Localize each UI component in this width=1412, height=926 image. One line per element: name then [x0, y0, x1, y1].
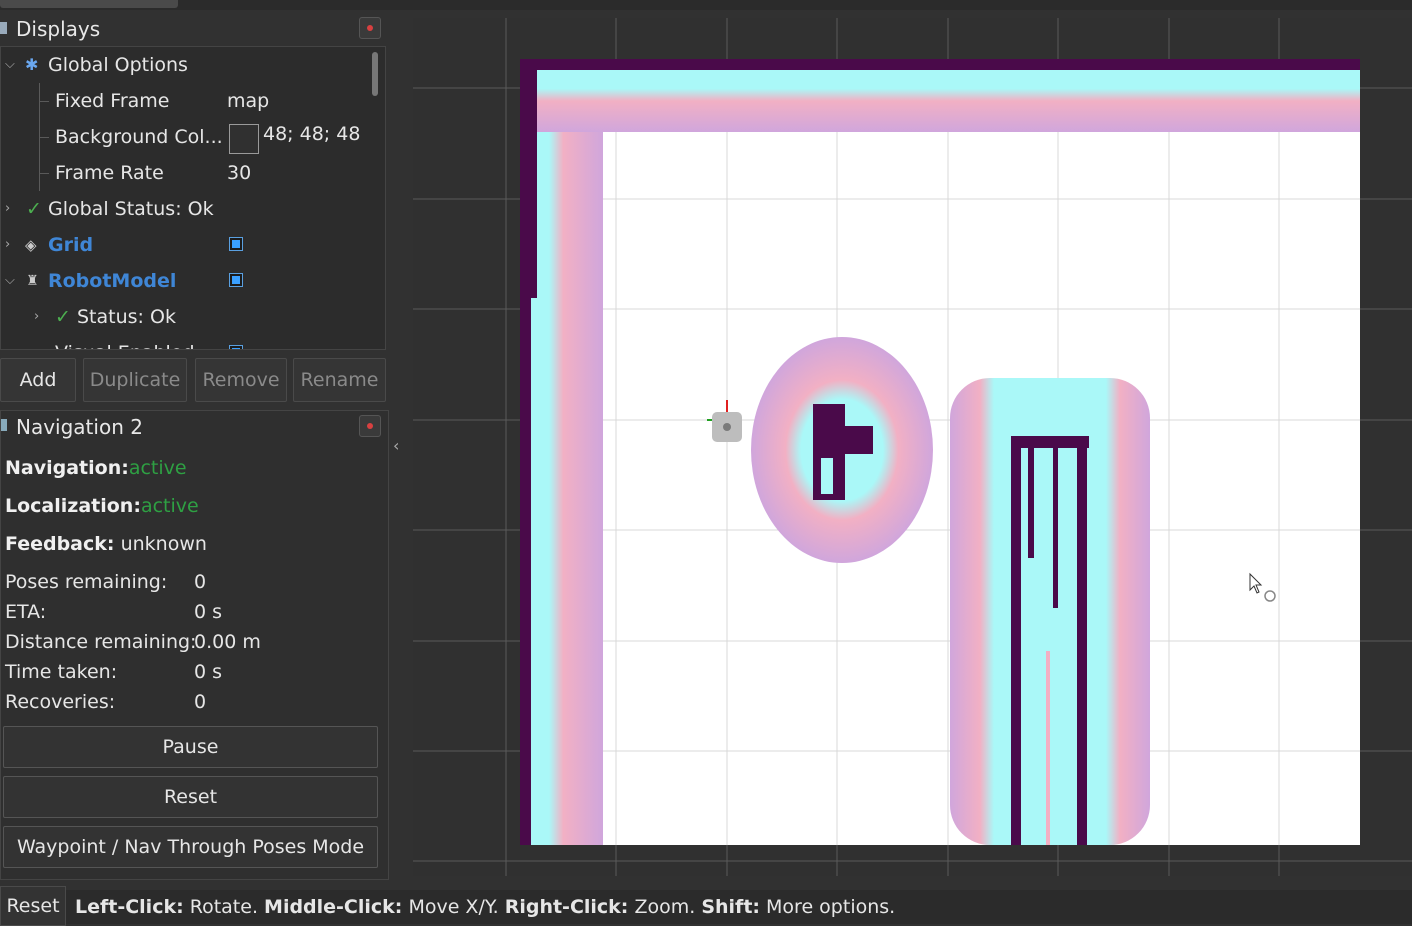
column-left-wall	[1011, 436, 1021, 845]
visual-enabled-label: Visual Enabled	[55, 335, 195, 349]
tree-row-status[interactable]: › ✓ Status: Ok	[1, 299, 371, 335]
tree-scrollbar[interactable]	[372, 52, 378, 96]
poses-remaining-value: 0	[194, 571, 207, 593]
remove-button[interactable]: Remove	[195, 358, 287, 402]
panel-icon	[1, 419, 7, 431]
frame-rate-value[interactable]: 30	[227, 155, 251, 191]
recoveries-value: 0	[194, 691, 207, 713]
map-free-space	[520, 59, 1360, 845]
left-wall	[520, 59, 531, 845]
right-click-key: Right-Click:	[504, 896, 629, 918]
right-click-action: Zoom.	[628, 896, 702, 918]
time-taken-label: Time taken:	[5, 661, 118, 683]
feedback-value: unknown	[120, 533, 207, 555]
tree-row-grid[interactable]: › ◈ Grid	[1, 227, 371, 263]
distance-remaining-label: Distance remaining:	[5, 631, 197, 653]
chevron-right-icon[interactable]: ›	[5, 191, 10, 227]
displays-header: Displays	[0, 14, 388, 46]
check-icon: ✓	[55, 306, 71, 328]
chevron-right-icon[interactable]: ›	[34, 299, 39, 335]
status-label: Status: Ok	[77, 306, 176, 328]
top-wall	[520, 59, 1360, 70]
eta-value: 0 s	[194, 601, 223, 623]
chevron-down-icon[interactable]: ⌵	[5, 47, 15, 83]
localization-status-label: Localization:	[5, 495, 141, 517]
reset-nav-button[interactable]: Reset	[3, 776, 378, 818]
grid-icon: ◈	[25, 236, 37, 254]
column-inner-wall	[1053, 448, 1058, 608]
background-color-label: Background Col...	[55, 126, 223, 148]
background-color-value[interactable]: 48; 48; 48	[263, 116, 360, 152]
fixed-frame-value[interactable]: map	[227, 83, 269, 119]
rename-button[interactable]: Rename	[293, 358, 386, 402]
duplicate-button[interactable]: Duplicate	[83, 358, 187, 402]
feedback-status: Feedback: unknown	[5, 533, 207, 555]
map-viewport[interactable]	[413, 18, 1412, 876]
left-click-action: Rotate.	[183, 896, 265, 918]
shift-key: Shift:	[701, 896, 760, 918]
grid-checkbox[interactable]	[229, 237, 243, 251]
displays-title: Displays	[16, 17, 101, 41]
chevron-down-icon[interactable]: ⌵	[5, 263, 15, 299]
visual-enabled-checkbox[interactable]	[229, 345, 243, 349]
controls-hint: Left-Click: Rotate. Middle-Click: Move X…	[75, 896, 895, 918]
navigation-status: Navigation:active	[5, 457, 187, 479]
close-navigation-button[interactable]	[359, 415, 381, 437]
middle-click-key: Middle-Click:	[264, 896, 403, 918]
close-icon	[367, 423, 373, 429]
close-icon	[367, 25, 373, 31]
column-right-wall	[1077, 436, 1087, 845]
left-wall-inflation	[531, 59, 603, 845]
tree-row-fixed-frame[interactable]: Fixed Frame map	[1, 83, 371, 119]
left-wall-segment	[531, 68, 537, 298]
column-inner-inflation	[1046, 651, 1050, 845]
tree-row-global-status[interactable]: › ✓ Global Status: Ok	[1, 191, 371, 227]
column-inner-wall	[1028, 448, 1034, 558]
navigation-status-label: Navigation:	[5, 457, 129, 479]
color-swatch[interactable]	[229, 124, 259, 154]
robot-model-checkbox[interactable]	[229, 273, 243, 287]
localization-status-value: active	[140, 495, 199, 517]
reset-button[interactable]: Reset	[0, 886, 66, 926]
distance-remaining-value: 0.00 m	[194, 631, 261, 653]
chevron-right-icon[interactable]: ›	[5, 227, 10, 263]
collapse-panel-icon[interactable]: ‹	[393, 436, 399, 455]
tree-row-visual-enabled[interactable]: Visual Enabled	[1, 335, 371, 349]
check-icon: ✓	[26, 198, 42, 220]
add-button[interactable]: Add	[0, 358, 76, 402]
frame-rate-label: Frame Rate	[55, 162, 164, 184]
tree-row-background-color[interactable]: Background Col... 48; 48; 48	[1, 119, 371, 155]
middle-click-action: Move X/Y.	[402, 896, 505, 918]
robot-model-label: RobotModel	[48, 270, 177, 292]
navigation-panel: Navigation 2 Navigation:active Localizat…	[0, 410, 389, 880]
waypoint-mode-button[interactable]: Waypoint / Nav Through Poses Mode	[3, 826, 378, 868]
pause-button[interactable]: Pause	[3, 726, 378, 768]
tree-row-robot-model[interactable]: ⌵ ♜ RobotModel	[1, 263, 371, 299]
shift-action: More options.	[760, 896, 896, 918]
displays-tree[interactable]: ⌵ ✱ Global Options Fixed Frame map Backg…	[0, 46, 386, 350]
feedback-label: Feedback:	[5, 533, 115, 555]
global-options-label: Global Options	[48, 54, 188, 76]
panel-icon	[0, 22, 7, 34]
horizontal-scrollbar[interactable]	[0, 0, 178, 8]
top-strip	[0, 0, 1412, 10]
map-canvas[interactable]	[413, 18, 1412, 876]
navigation-status-value: active	[128, 457, 187, 479]
localization-status: Localization:active	[5, 495, 199, 517]
fixed-frame-label: Fixed Frame	[55, 90, 170, 112]
top-wall-inflation	[531, 70, 1360, 132]
gear-icon: ✱	[25, 55, 39, 74]
global-status-label: Global Status: Ok	[48, 198, 214, 220]
tree-row-global-options[interactable]: ⌵ ✱ Global Options	[1, 47, 371, 83]
navigation-title: Navigation 2	[16, 415, 143, 439]
tree-row-frame-rate[interactable]: Frame Rate 30	[1, 155, 371, 191]
close-displays-button[interactable]	[359, 17, 381, 39]
robot-icon: ♜	[26, 273, 39, 289]
recoveries-label: Recoveries:	[5, 691, 116, 713]
grid-label: Grid	[48, 234, 94, 256]
eta-label: ETA:	[5, 601, 47, 623]
time-taken-value: 0 s	[194, 661, 223, 683]
poses-remaining-label: Poses remaining:	[5, 571, 168, 593]
left-click-key: Left-Click:	[75, 896, 184, 918]
